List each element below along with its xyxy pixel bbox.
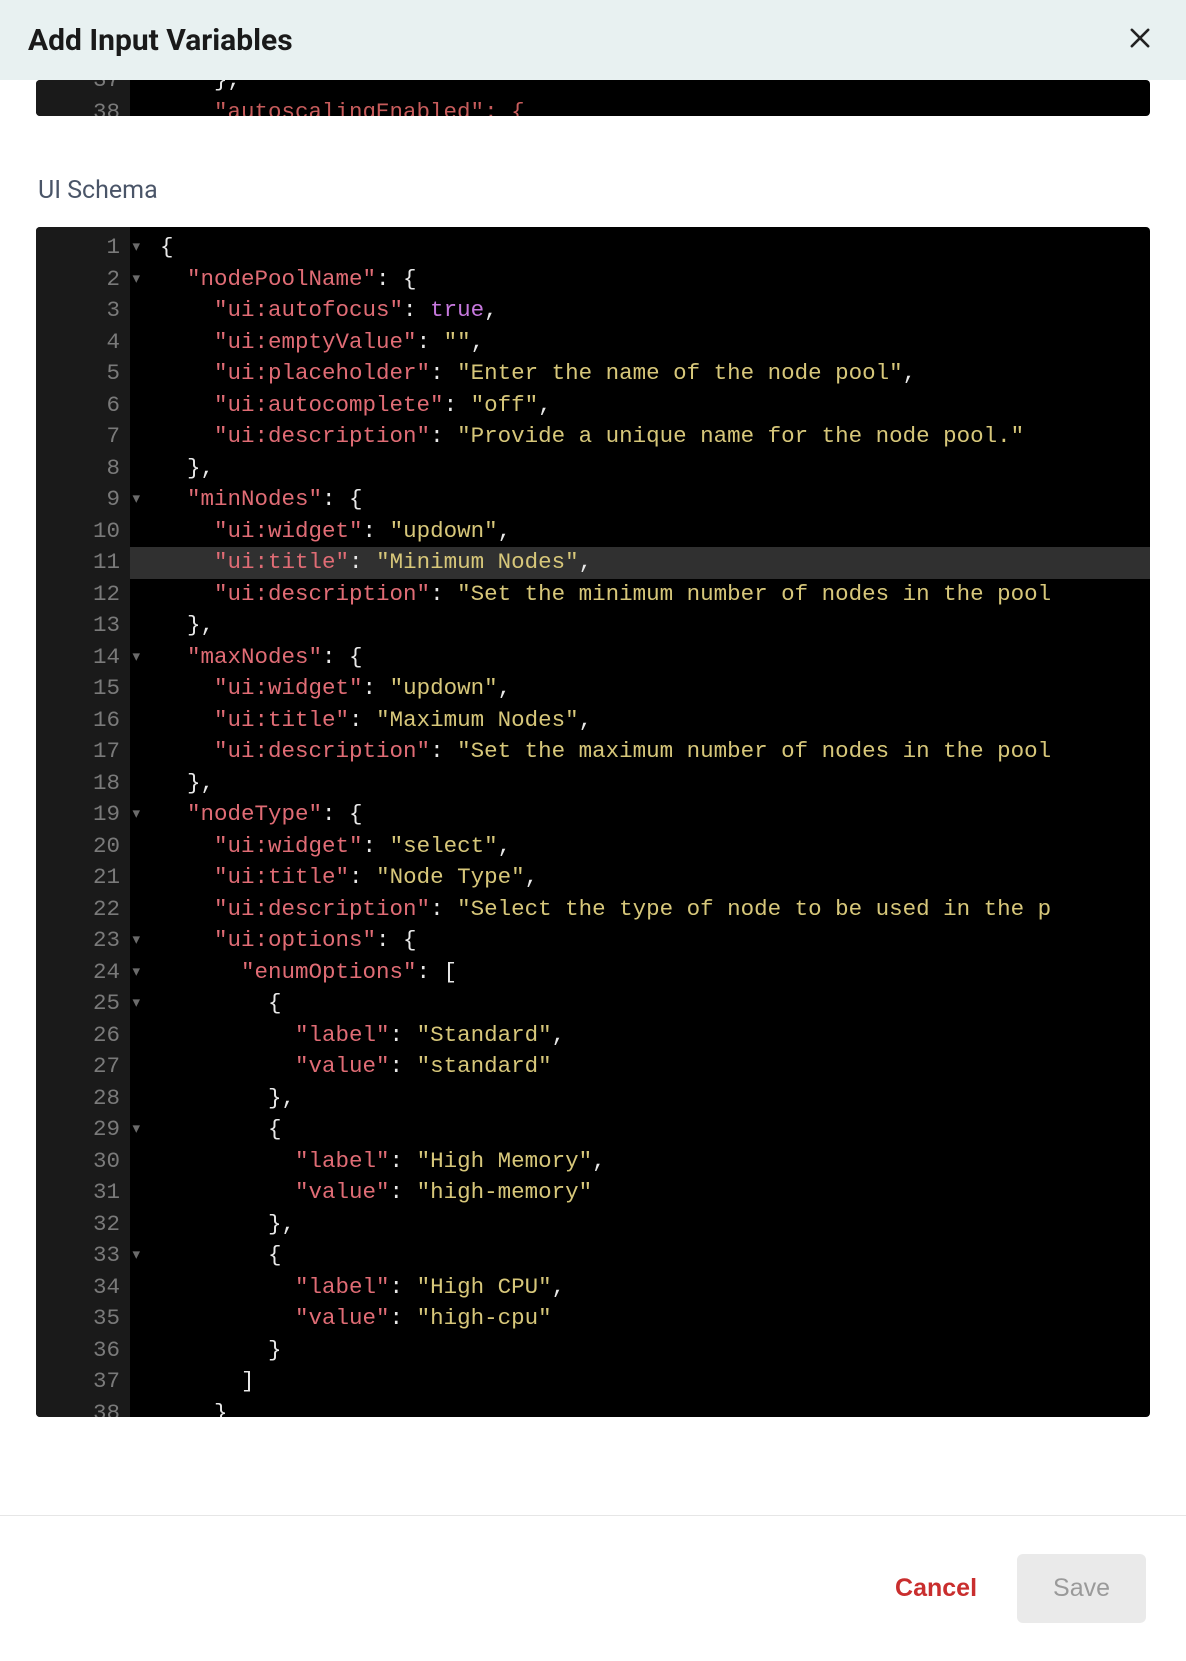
line-number: 12 [36,579,126,611]
line-number: 23 [36,925,126,957]
dialog-title: Add Input Variables [28,23,293,58]
code-line[interactable]: "ui:widget": "select", [160,831,1150,863]
code-line[interactable]: "enumOptions": [ [160,957,1150,989]
line-number: 34 [36,1272,126,1304]
line-number: 26 [36,1020,126,1052]
code-line[interactable]: "ui:widget": "updown", [160,516,1150,548]
line-number: 8 [36,453,126,485]
code-line[interactable]: "ui:placeholder": "Enter the name of the… [160,358,1150,390]
code-line[interactable]: } [160,1335,1150,1367]
code-line[interactable]: "label": "High CPU", [160,1272,1150,1304]
code-line[interactable]: "minNodes": { [160,484,1150,516]
line-number: 9 [36,484,126,516]
close-button[interactable] [1122,20,1158,61]
line-number: 32 [36,1209,126,1241]
line-number: 2 [36,264,126,296]
code-line[interactable]: }, [160,1209,1150,1241]
add-input-variables-dialog: Add Input Variables 3738 }, "autoscaling… [0,0,1186,1661]
line-number: 37 [36,1366,126,1398]
ui-schema-label: UI Schema [38,176,1150,205]
editor-code[interactable]: { "nodePoolName": { "ui:autofocus": true… [130,227,1150,1417]
code-line[interactable]: "maxNodes": { [160,642,1150,674]
line-number: 27 [36,1051,126,1083]
code-line[interactable]: "ui:emptyValue": "", [160,327,1150,359]
code-line[interactable]: "autoscalingEnabled": { [160,97,1150,117]
code-line[interactable]: "ui:title": "Maximum Nodes", [160,705,1150,737]
code-line[interactable]: "ui:title": "Minimum Nodes", [130,547,1150,579]
ui-schema-editor[interactable]: 1234567891011121314151617181920212223242… [36,227,1150,1417]
code-line[interactable]: "ui:autofocus": true, [160,295,1150,327]
line-number: 37 [36,80,126,97]
close-icon [1126,24,1154,52]
line-number: 30 [36,1146,126,1178]
code-line[interactable]: } [160,1398,1150,1418]
code-line[interactable]: { [160,232,1150,264]
code-line[interactable]: "label": "High Memory", [160,1146,1150,1178]
editor-gutter: 1234567891011121314151617181920212223242… [36,227,130,1417]
code-line[interactable]: "value": "high-memory" [160,1177,1150,1209]
line-number: 25 [36,988,126,1020]
line-number: 16 [36,705,126,737]
code-line[interactable]: }, [160,453,1150,485]
code-line[interactable]: }, [160,80,1150,97]
cancel-button[interactable]: Cancel [883,1566,989,1611]
code-line[interactable]: "ui:description": "Select the type of no… [160,894,1150,926]
line-number: 22 [36,894,126,926]
code-line[interactable]: }, [160,768,1150,800]
line-number: 10 [36,516,126,548]
line-number: 31 [36,1177,126,1209]
line-number: 3 [36,295,126,327]
code-line[interactable]: }, [160,1083,1150,1115]
code-line[interactable]: "value": "standard" [160,1051,1150,1083]
code-line[interactable]: "ui:options": { [160,925,1150,957]
dialog-body: 3738 }, "autoscalingEnabled": { UI Schem… [0,80,1186,1447]
code-line[interactable]: "label": "Standard", [160,1020,1150,1052]
editor-gutter: 3738 [36,80,130,116]
editor-code[interactable]: }, "autoscalingEnabled": { [130,80,1150,116]
code-line[interactable]: "nodeType": { [160,799,1150,831]
line-number: 29 [36,1114,126,1146]
line-number: 17 [36,736,126,768]
line-number: 18 [36,768,126,800]
line-number: 19 [36,799,126,831]
line-number: 15 [36,673,126,705]
code-line[interactable]: "ui:widget": "updown", [160,673,1150,705]
line-number: 21 [36,862,126,894]
dialog-header: Add Input Variables [0,0,1186,80]
line-number: 5 [36,358,126,390]
code-line[interactable]: { [160,988,1150,1020]
code-line[interactable]: "ui:description": "Set the maximum numbe… [160,736,1150,768]
code-line[interactable]: "nodePoolName": { [160,264,1150,296]
line-number: 35 [36,1303,126,1335]
line-number: 11 [36,547,126,579]
line-number: 38 [36,97,126,117]
line-number: 33 [36,1240,126,1272]
line-number: 7 [36,421,126,453]
code-line[interactable]: }, [160,610,1150,642]
code-line[interactable]: "ui:description": "Provide a unique name… [160,421,1150,453]
line-number: 1 [36,232,126,264]
code-line[interactable]: "value": "high-cpu" [160,1303,1150,1335]
line-number: 13 [36,610,126,642]
line-number: 28 [36,1083,126,1115]
line-number: 4 [36,327,126,359]
line-number: 20 [36,831,126,863]
code-line[interactable]: { [160,1114,1150,1146]
line-number: 14 [36,642,126,674]
save-button[interactable]: Save [1017,1554,1146,1623]
code-line[interactable]: "ui:autocomplete": "off", [160,390,1150,422]
code-line[interactable]: "ui:description": "Set the minimum numbe… [160,579,1150,611]
line-number: 24 [36,957,126,989]
dialog-footer: Cancel Save [0,1515,1186,1661]
code-line[interactable]: ] [160,1366,1150,1398]
json-schema-editor[interactable]: 3738 }, "autoscalingEnabled": { [36,80,1150,116]
line-number: 36 [36,1335,126,1367]
code-line[interactable]: { [160,1240,1150,1272]
line-number: 6 [36,390,126,422]
line-number: 38 [36,1398,126,1418]
code-line[interactable]: "ui:title": "Node Type", [160,862,1150,894]
